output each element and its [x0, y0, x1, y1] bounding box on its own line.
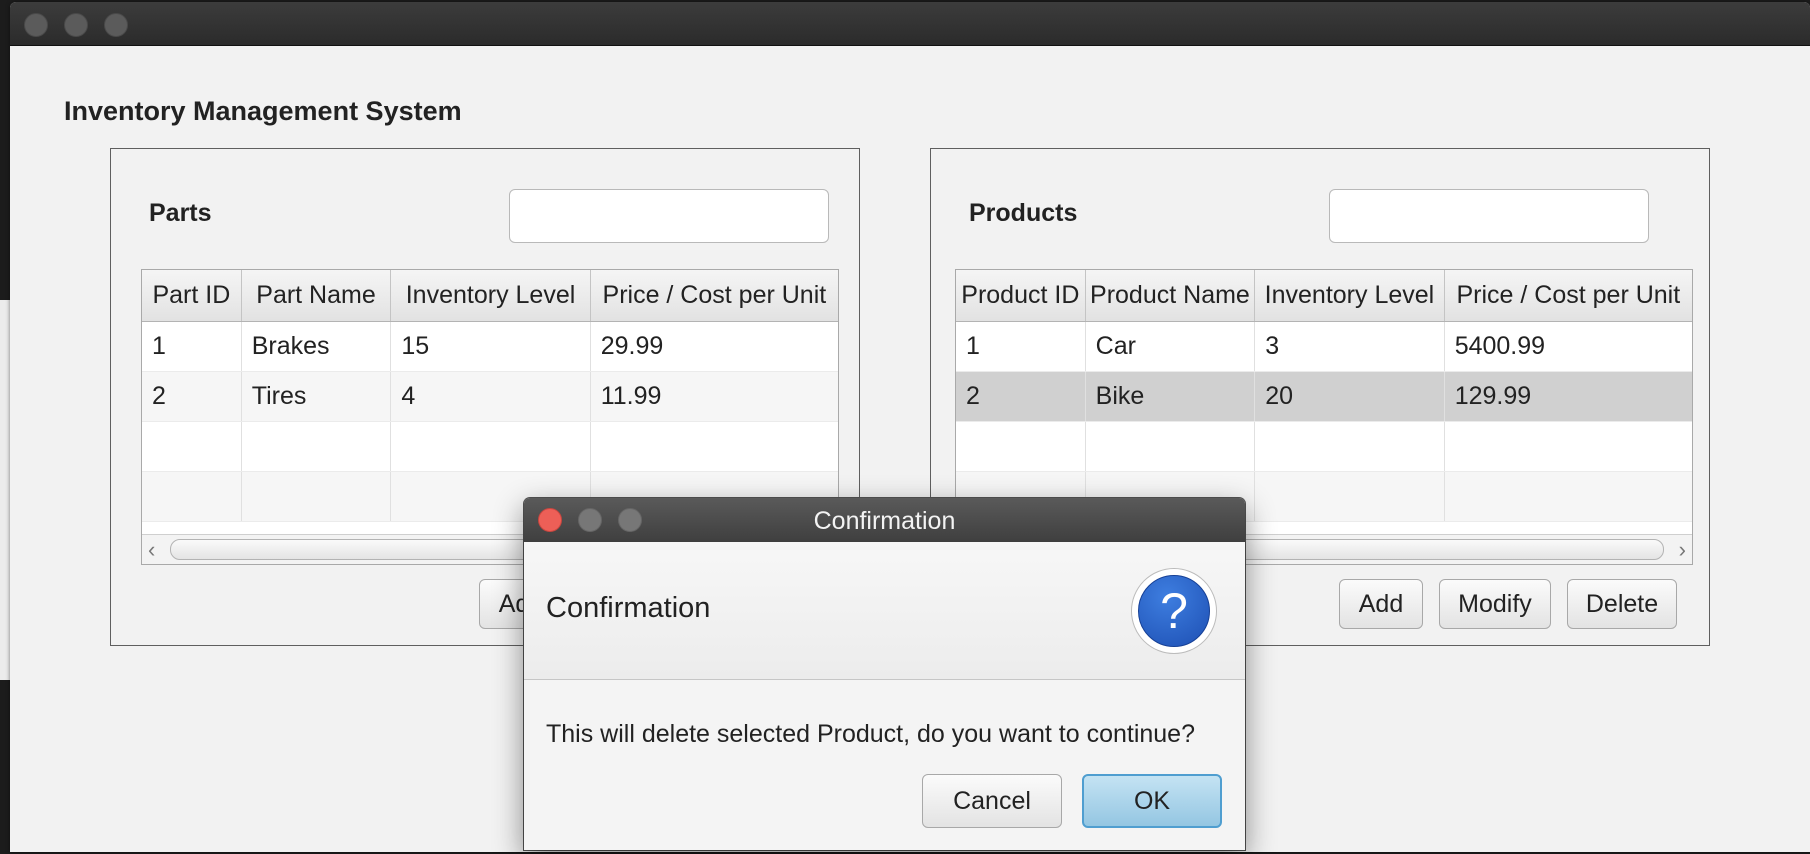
dialog-window-title: Confirmation	[813, 507, 956, 535]
main-titlebar[interactable]	[10, 2, 1810, 46]
question-icon: ?	[1131, 568, 1217, 654]
empty-cell	[1255, 472, 1445, 521]
dialog-titlebar[interactable]: Confirmation	[524, 498, 1245, 542]
empty-cell	[1255, 422, 1445, 471]
cell-price: 129.99	[1454, 382, 1532, 410]
parts-title: Parts	[149, 199, 212, 227]
column-header-price[interactable]: Price / Cost per Unit	[1445, 270, 1692, 321]
cell-inventory-level: 20	[1255, 372, 1445, 421]
products-search-input[interactable]	[1329, 189, 1649, 243]
column-header-part-name[interactable]: Part Name	[242, 270, 392, 321]
cell-price: 11.99	[600, 382, 662, 410]
column-header-product-id[interactable]: Product ID	[956, 270, 1086, 321]
cell-product-name: Car	[1086, 322, 1256, 371]
column-header-price[interactable]: Price / Cost per Unit	[591, 270, 838, 321]
empty-cell	[391, 422, 591, 471]
products-delete-button[interactable]: Delete	[1567, 579, 1677, 629]
column-header-inventory-level[interactable]: Inventory Level	[391, 270, 591, 321]
cell-part-id: 1	[142, 322, 242, 371]
cell-product-name: Bike	[1086, 372, 1256, 421]
empty-cell	[1445, 422, 1692, 471]
dialog-header-text: Confirmation	[546, 592, 711, 624]
parts-table-header: Part ID Part Name Inventory Level Price …	[142, 270, 838, 322]
products-add-button[interactable]: Add	[1339, 579, 1423, 629]
empty-cell	[142, 472, 242, 521]
parts-search-input[interactable]	[509, 189, 829, 243]
products-title: Products	[969, 199, 1078, 227]
empty-cell	[591, 422, 838, 471]
table-row[interactable]: 1 Car 3 5400.99	[956, 322, 1692, 372]
empty-cell	[242, 472, 392, 521]
confirmation-dialog: Confirmation Confirmation ? This will de…	[524, 498, 1245, 850]
maximize-window-button[interactable]	[104, 13, 128, 37]
products-modify-button[interactable]: Modify	[1439, 579, 1551, 629]
empty-cell	[242, 422, 392, 471]
table-row-selected[interactable]: 2 Bike 20 129.99	[956, 372, 1692, 422]
close-window-button[interactable]	[24, 13, 48, 37]
cell-part-name: Tires	[242, 372, 392, 421]
column-header-part-id[interactable]: Part ID	[142, 270, 242, 321]
cell-price: 5400.99	[1454, 332, 1546, 360]
dialog-message: This will delete selected Product, do yo…	[546, 720, 1195, 748]
column-header-inventory-level[interactable]: Inventory Level	[1255, 270, 1445, 321]
column-header-product-name[interactable]: Product Name	[1086, 270, 1256, 321]
table-row[interactable]: 1 Brakes 15 29.99	[142, 322, 838, 372]
question-mark-glyph: ?	[1138, 575, 1210, 647]
cancel-button[interactable]: Cancel	[922, 774, 1062, 828]
empty-cell	[1445, 472, 1692, 521]
cell-product-id: 1	[956, 322, 1086, 371]
cell-inventory-level: 15	[391, 322, 591, 371]
cell-product-id: 2	[956, 372, 1086, 421]
products-table-header: Product ID Product Name Inventory Level …	[956, 270, 1692, 322]
empty-cell	[142, 422, 242, 471]
empty-cell	[956, 422, 1086, 471]
empty-cell	[1086, 422, 1256, 471]
cell-part-name: Brakes	[242, 322, 392, 371]
cell-part-id: 2	[142, 372, 242, 421]
minimize-window-button[interactable]	[64, 13, 88, 37]
scroll-right-icon[interactable]: ›	[1679, 537, 1686, 563]
ok-button[interactable]: OK	[1082, 774, 1222, 828]
table-row[interactable]: 2 Tires 4 11.99	[142, 372, 838, 422]
scroll-left-icon[interactable]: ‹	[148, 537, 155, 563]
cell-inventory-level: 3	[1255, 322, 1445, 371]
empty-row	[142, 422, 838, 472]
app-title: Inventory Management System	[64, 96, 462, 126]
cell-inventory-level: 4	[391, 372, 591, 421]
cell-price: 29.99	[600, 332, 664, 360]
dialog-header: Confirmation ?	[524, 542, 1245, 680]
empty-row	[956, 422, 1692, 472]
